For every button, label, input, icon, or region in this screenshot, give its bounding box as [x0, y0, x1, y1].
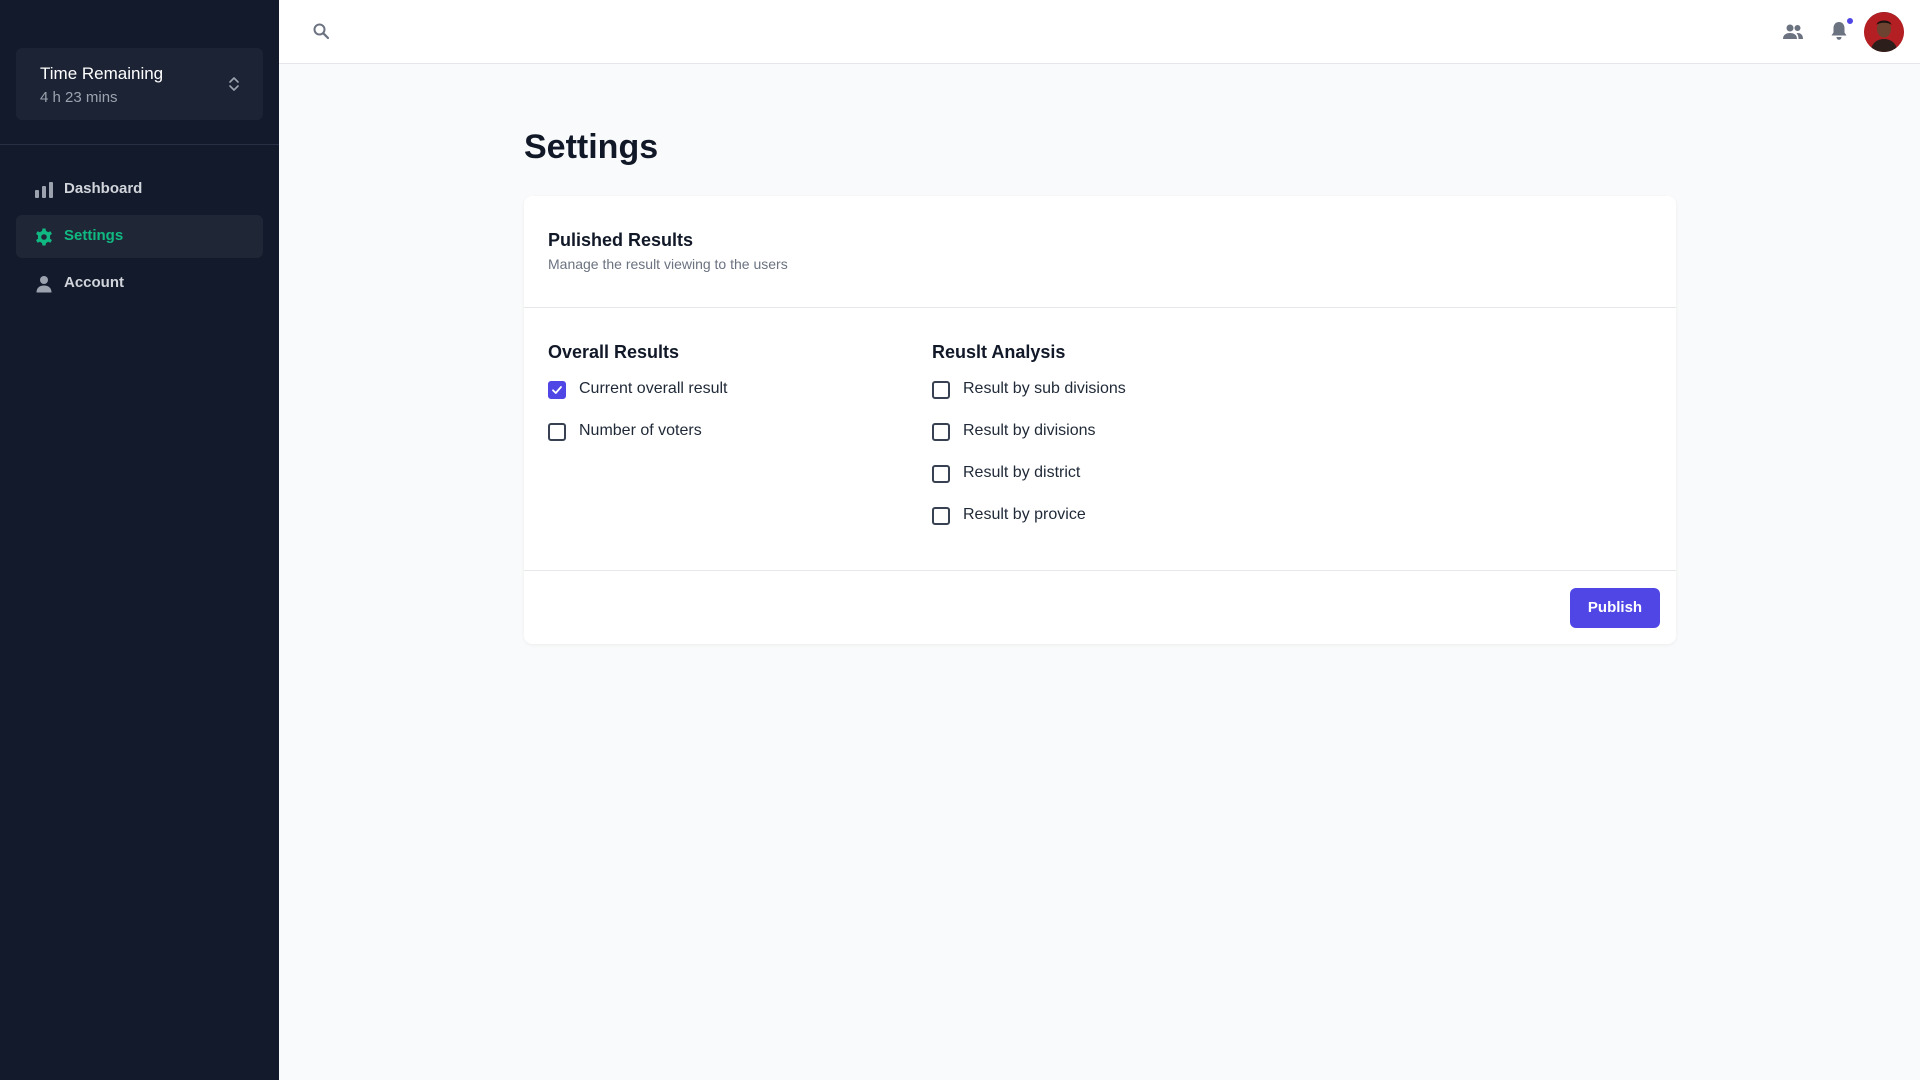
- chevron-up-down-icon: [229, 77, 239, 91]
- sidebar-item-dashboard[interactable]: Dashboard: [16, 168, 263, 211]
- sidebar-item-settings[interactable]: Settings: [16, 215, 263, 258]
- checkbox[interactable]: [932, 423, 950, 441]
- publish-button[interactable]: Publish: [1570, 588, 1660, 628]
- topbar: [279, 0, 1920, 64]
- sidebar-item-label: Dashboard: [64, 180, 143, 197]
- sidebar: Time Remaining 4 h 23 mins Dashboard Set…: [0, 0, 279, 1080]
- sidebar-item-label: Account: [64, 274, 124, 291]
- checkbox-checked[interactable]: [548, 381, 566, 399]
- option-label: Number of voters: [579, 422, 702, 439]
- published-results-card: Pulished Results Manage the result viewi…: [524, 196, 1676, 644]
- result-analysis-heading: Reuslt Analysis: [932, 342, 1066, 362]
- user-icon: [36, 276, 52, 293]
- card-title: Pulished Results: [548, 230, 694, 250]
- checkbox[interactable]: [548, 423, 566, 441]
- option-label: Result by divisions: [963, 422, 1096, 439]
- checkbox[interactable]: [932, 381, 950, 399]
- card-divider: [524, 570, 1676, 571]
- time-remaining-value: 4 h 23 mins: [40, 89, 118, 106]
- overall-results-heading: Overall Results: [548, 342, 680, 362]
- time-remaining-selector[interactable]: Time Remaining 4 h 23 mins: [16, 48, 263, 120]
- people-icon[interactable]: [1782, 21, 1804, 43]
- avatar-image: [1864, 12, 1904, 52]
- notification-dot: [1846, 17, 1854, 25]
- gear-icon: [36, 228, 52, 246]
- option-label: Result by district: [963, 464, 1081, 481]
- sidebar-item-label: Settings: [64, 227, 124, 244]
- card-divider: [524, 307, 1676, 308]
- sidebar-divider: [0, 144, 279, 145]
- option-label: Current overall result: [579, 380, 728, 397]
- option-label: Result by provice: [963, 506, 1086, 523]
- checkbox[interactable]: [932, 507, 950, 525]
- card-subtitle: Manage the result viewing to the users: [548, 256, 788, 272]
- page-title: Settings: [524, 128, 659, 166]
- sidebar-item-account[interactable]: Account: [16, 262, 263, 305]
- avatar[interactable]: [1864, 12, 1904, 52]
- search-icon[interactable]: [312, 22, 330, 40]
- time-remaining-title: Time Remaining: [40, 64, 164, 83]
- option-label: Result by sub divisions: [963, 380, 1126, 397]
- check-icon: [552, 386, 562, 394]
- checkbox[interactable]: [932, 465, 950, 483]
- bar-chart-icon: [35, 182, 53, 198]
